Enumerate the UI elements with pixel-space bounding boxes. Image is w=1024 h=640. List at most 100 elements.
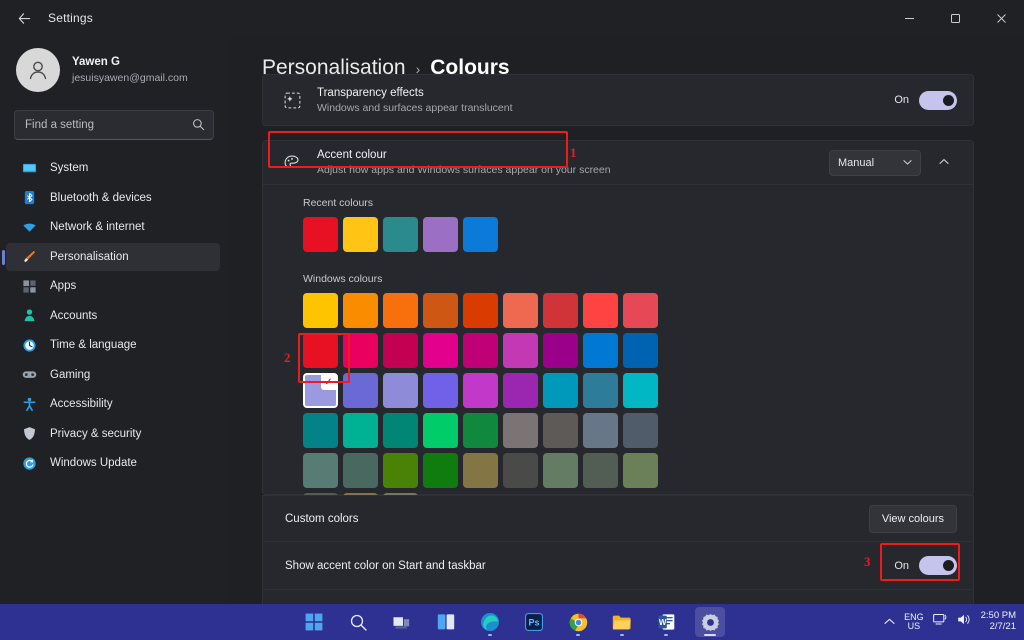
network-icon[interactable] — [933, 613, 948, 631]
sidebar-item-network-internet[interactable]: Network & internet — [6, 213, 220, 242]
view-colours-button[interactable]: View colours — [869, 505, 957, 533]
windows-colour-swatch[interactable] — [423, 373, 458, 408]
windows-colour-swatch[interactable] — [583, 293, 618, 328]
close-button[interactable] — [978, 0, 1024, 36]
search-button[interactable] — [343, 607, 373, 637]
windows-colour-swatch[interactable] — [343, 453, 378, 488]
windows-colour-swatch[interactable] — [543, 293, 578, 328]
windows-colour-swatch[interactable] — [303, 293, 338, 328]
widgets-button[interactable] — [431, 607, 461, 637]
accent-mode-dropdown[interactable]: Manual — [829, 150, 921, 176]
windows-colour-swatch[interactable] — [423, 453, 458, 488]
windows-colour-swatch[interactable] — [543, 373, 578, 408]
sidebar-item-windows-update[interactable]: Windows Update — [6, 449, 220, 478]
windows-colour-swatch[interactable] — [463, 373, 498, 408]
recent-colours-grid[interactable] — [263, 209, 973, 252]
windows-colour-swatch[interactable] — [303, 413, 338, 448]
windows-colour-swatch[interactable] — [463, 293, 498, 328]
custom-colors-row[interactable]: Custom colors View colours — [262, 495, 974, 541]
sidebar-item-time-language[interactable]: Time & language — [6, 331, 220, 360]
file-explorer-button[interactable] — [607, 607, 637, 637]
sidebar-item-apps[interactable]: Apps — [6, 272, 220, 301]
windows-colour-swatch[interactable] — [623, 413, 658, 448]
windows-colour-swatch[interactable] — [503, 413, 538, 448]
recent-colour-swatch[interactable] — [343, 217, 378, 252]
windows-colour-swatch[interactable] — [583, 453, 618, 488]
windows-colour-swatch[interactable] — [303, 453, 338, 488]
sidebar-item-accounts[interactable]: Accounts — [6, 302, 220, 331]
windows-colour-swatch[interactable] — [383, 373, 418, 408]
windows-colour-swatch[interactable] — [463, 413, 498, 448]
tray-expand-button[interactable] — [884, 617, 895, 628]
windows-colours-grid[interactable]: ✓ — [263, 285, 663, 528]
transparency-effects-row[interactable]: Transparency effects Windows and surface… — [262, 74, 974, 126]
windows-colour-swatch[interactable] — [623, 373, 658, 408]
title-bar: Settings — [0, 0, 1024, 36]
settings-button[interactable] — [695, 607, 725, 637]
sidebar-item-accessibility[interactable]: Accessibility — [6, 390, 220, 419]
windows-colour-swatch[interactable] — [623, 293, 658, 328]
clock[interactable]: 2:50 PM 2/7/21 — [981, 611, 1016, 633]
title-bars-row[interactable]: Show accent colour on title bars and win… — [262, 589, 974, 604]
sidebar-item-privacy-security[interactable]: Privacy & security — [6, 420, 220, 449]
transparency-icon — [279, 92, 305, 109]
windows-colour-swatch[interactable] — [383, 413, 418, 448]
windows-colour-swatch[interactable] — [303, 333, 338, 368]
windows-colour-swatch[interactable] — [583, 413, 618, 448]
wifi-icon — [20, 218, 38, 236]
chrome-button[interactable] — [563, 607, 593, 637]
windows-colour-swatch[interactable] — [423, 333, 458, 368]
recent-colour-swatch[interactable] — [303, 217, 338, 252]
windows-colour-swatch[interactable] — [543, 413, 578, 448]
language-indicator[interactable]: ENG US — [904, 613, 924, 632]
back-button[interactable] — [8, 2, 40, 34]
windows-colour-swatch[interactable] — [543, 453, 578, 488]
windows-colour-swatch[interactable] — [583, 373, 618, 408]
account-block[interactable]: Yawen G jesuisyawen@gmail.com — [0, 36, 228, 96]
sidebar-item-bluetooth-devices[interactable]: Bluetooth & devices — [6, 184, 220, 213]
windows-colour-swatch[interactable] — [463, 333, 498, 368]
windows-colour-swatch[interactable] — [383, 453, 418, 488]
windows-colour-swatch[interactable] — [503, 293, 538, 328]
minimize-button[interactable] — [886, 0, 932, 36]
accent-collapse-button[interactable] — [931, 150, 957, 176]
selected-swatch[interactable]: ✓ — [303, 373, 338, 408]
windows-colour-swatch[interactable] — [583, 333, 618, 368]
windows-colour-swatch[interactable] — [503, 333, 538, 368]
volume-icon[interactable] — [957, 613, 972, 631]
word-button[interactable]: W — [651, 607, 681, 637]
start-button[interactable] — [299, 607, 329, 637]
transparency-toggle[interactable] — [919, 91, 957, 110]
windows-colour-swatch[interactable] — [423, 413, 458, 448]
account-icon — [20, 307, 38, 325]
sidebar-item-system[interactable]: System — [6, 154, 220, 183]
recent-colour-swatch[interactable] — [383, 217, 418, 252]
windows-colour-swatch[interactable] — [383, 293, 418, 328]
sidebar-item-gaming[interactable]: Gaming — [6, 361, 220, 390]
settings-scroll-area[interactable]: Transparency effects Windows and surface… — [228, 88, 1024, 604]
task-view-button[interactable] — [387, 607, 417, 637]
windows-colour-swatch[interactable] — [343, 413, 378, 448]
windows-colour-swatch[interactable] — [463, 453, 498, 488]
search-input[interactable] — [15, 119, 213, 131]
edge-button[interactable] — [475, 607, 505, 637]
windows-colour-swatch[interactable] — [343, 373, 378, 408]
windows-colour-swatch[interactable] — [503, 453, 538, 488]
start-taskbar-toggle[interactable] — [919, 556, 957, 575]
photoshop-button[interactable]: Ps — [519, 607, 549, 637]
accent-colour-row[interactable]: Accent colour Adjust how apps and Window… — [262, 140, 974, 185]
recent-colour-swatch[interactable] — [423, 217, 458, 252]
windows-colour-swatch[interactable] — [423, 293, 458, 328]
search-box[interactable] — [14, 110, 214, 140]
windows-colour-swatch[interactable] — [343, 333, 378, 368]
windows-colour-swatch[interactable] — [543, 333, 578, 368]
windows-colour-swatch[interactable] — [383, 333, 418, 368]
windows-colour-swatch[interactable] — [503, 373, 538, 408]
sidebar-item-personalisation[interactable]: Personalisation — [6, 243, 220, 272]
maximize-button[interactable] — [932, 0, 978, 36]
windows-colour-swatch[interactable] — [343, 293, 378, 328]
windows-colour-swatch[interactable] — [623, 453, 658, 488]
recent-colour-swatch[interactable] — [463, 217, 498, 252]
windows-colour-swatch[interactable] — [623, 333, 658, 368]
taskbar: Ps — [0, 604, 1024, 640]
